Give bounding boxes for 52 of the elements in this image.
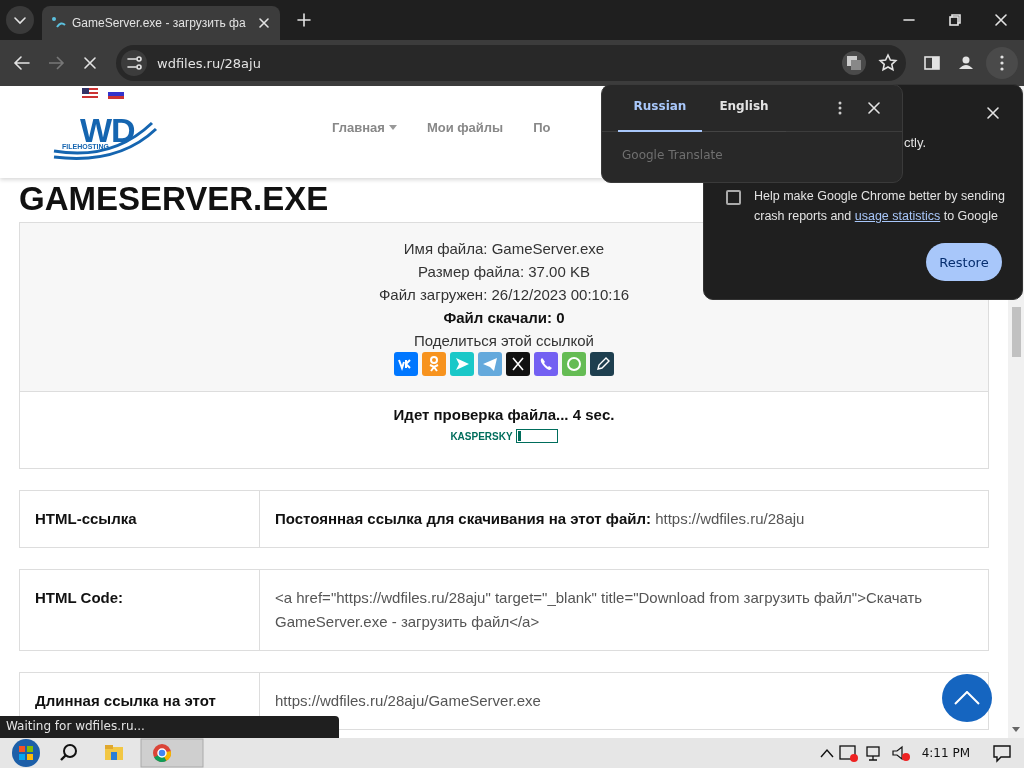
browser-tab[interactable]: GameServer.exe - загрузить фа [42, 6, 280, 40]
close-icon[interactable] [986, 106, 1000, 120]
caret-icon [388, 124, 397, 130]
nav-link[interactable]: Мои файлы [426, 119, 504, 135]
file-info-text: Имя файла: GameServer.exe [403, 239, 605, 259]
translate-icon[interactable] [842, 51, 866, 75]
pencil-share-icon[interactable] [590, 352, 614, 376]
phone-share-icon[interactable] [534, 352, 558, 376]
usage-statistics-link[interactable]: usage statistics [854, 209, 941, 223]
us-flag-icon[interactable] [82, 87, 98, 99]
close-icon[interactable] [256, 15, 272, 31]
address-bar[interactable]: wdfiles.ru/28aju [116, 45, 906, 81]
file-info-text: Файл загружен: 26/12/2023 00:10:16 [378, 285, 630, 305]
google-translate-label: Google Translate [621, 147, 724, 164]
vk-share-icon[interactable] [394, 352, 418, 376]
language-tab[interactable]: Russian [618, 84, 702, 132]
nav-link[interactable]: Главная [332, 119, 397, 135]
kaspersky-logo: KASPERSKY [450, 430, 513, 442]
clock[interactable]: 4:11 PM [921, 746, 970, 760]
speaker-muted-icon[interactable] [889, 743, 912, 763]
chevron-up-icon [954, 691, 980, 705]
more-icon[interactable] [838, 101, 842, 115]
tab-list-button[interactable] [6, 6, 34, 34]
security-icon[interactable] [837, 743, 860, 763]
row-value: <a href="https://wdfiles.ru/28aju" target="_blank" title="Download from загрузить файл">Скачать GameServer.exe - загрузить файл</a> [275, 588, 924, 632]
row-label: Длинная ссылка на этот [35, 691, 216, 711]
new-tab-icon[interactable] [296, 12, 312, 28]
file-info-text: Размер файла: 37.00 KB [418, 262, 590, 282]
chrome-icon[interactable] [140, 738, 204, 768]
language-tab[interactable]: English [702, 84, 786, 132]
download-count: Файл скачали: 0 [443, 308, 565, 328]
chevron-up-icon[interactable] [819, 748, 834, 758]
close-icon[interactable] [868, 102, 880, 114]
page-title: GAMESERVER.EXE [19, 179, 329, 219]
scroll-thumb[interactable] [1011, 307, 1021, 357]
status-bubble: Waiting for wdfiles.ru... [0, 716, 339, 738]
row-label: HTML-ссылка [35, 509, 137, 529]
scroll-down-icon[interactable] [1012, 727, 1020, 732]
nav-link[interactable]: По [533, 119, 551, 135]
tab-title: GameServer.exe - загрузить фа [72, 16, 247, 30]
x-logo-share-icon[interactable] [506, 352, 530, 376]
site-settings-icon[interactable] [121, 50, 147, 76]
scan-status: Идет проверка файла... 4 sec. [393, 406, 615, 423]
row-value: https://wdfiles.ru/28aju/GameServer.exe [275, 691, 541, 711]
menu-icon[interactable] [986, 47, 1018, 79]
checkbox-label: Help make Google Chrome better by sending crash reports and usage statistics to Google [754, 188, 1006, 225]
dialog-text: ctly. [904, 135, 927, 150]
row-label: HTML Code: [35, 588, 124, 608]
checkbox[interactable] [726, 190, 741, 205]
restore-button[interactable]: Restore [926, 243, 1002, 281]
share-caption: Поделиться этой ссылкой [414, 331, 594, 351]
row-value: Постоянная ссылка для скачивания на этот файл: https://wdfiles.ru/28aju [275, 509, 805, 529]
